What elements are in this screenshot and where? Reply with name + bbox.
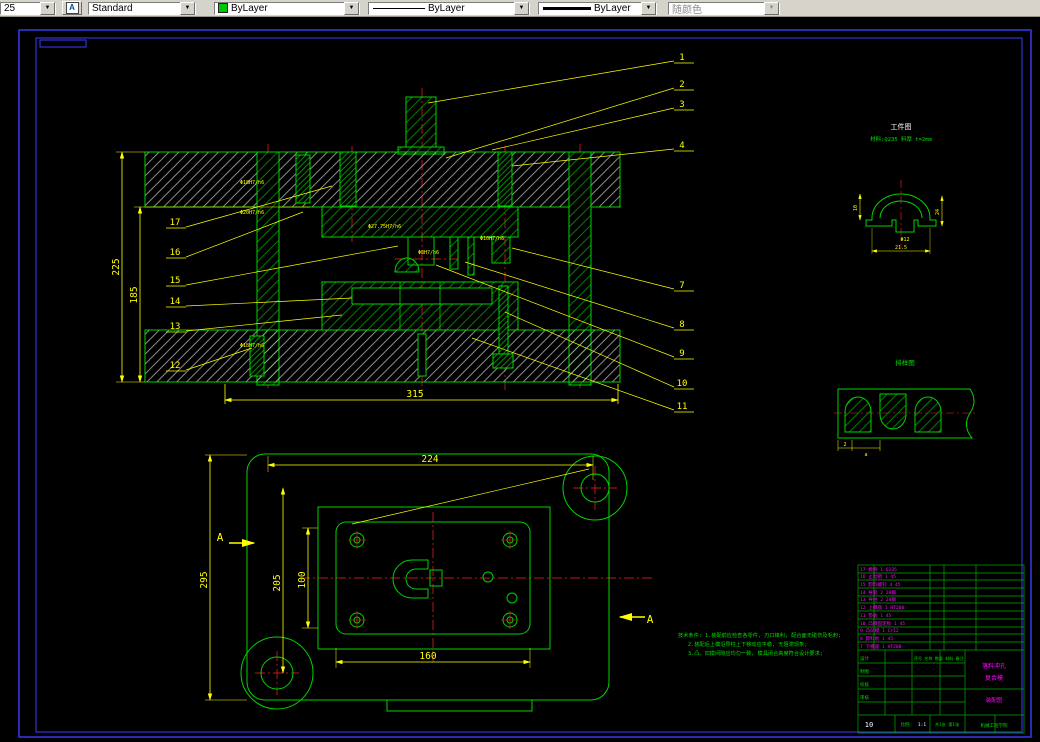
balloon-number: 1 bbox=[679, 53, 684, 63]
chevron-down-icon: ▼ bbox=[764, 1, 779, 15]
balloon-number: 9 bbox=[679, 349, 684, 359]
strip-title: 排样图 bbox=[895, 358, 915, 367]
check-label: 校核 bbox=[860, 681, 869, 688]
workpiece-dim: 10 bbox=[853, 205, 859, 211]
workpiece-dim: 21.5 bbox=[895, 245, 907, 251]
fit-label: Φ18H7/h6 bbox=[240, 180, 264, 186]
color-combo[interactable]: ByLayer ▼ bbox=[214, 1, 360, 15]
color-swatch-icon bbox=[218, 3, 228, 13]
layer-combo[interactable]: 25 ▼ bbox=[0, 1, 56, 15]
bom-row: 10 凸模固定板 1 45 bbox=[860, 620, 905, 627]
text-style-button[interactable]: A bbox=[62, 1, 82, 15]
design-label: 设计 bbox=[860, 655, 869, 662]
balloon-number: 13 bbox=[170, 322, 181, 332]
sheet-count: 共1张 第1张 bbox=[935, 721, 960, 728]
section-mark-a-right: A bbox=[647, 613, 654, 626]
chevron-down-icon[interactable]: ▼ bbox=[180, 1, 195, 15]
linetype-preview-icon bbox=[373, 7, 425, 9]
bom-row: 17 模柄 1 Q235 bbox=[860, 566, 897, 573]
text-style-value: Standard bbox=[92, 2, 133, 14]
bom-row: 15 卸料螺钉 4 45 bbox=[860, 581, 901, 588]
dim-plan-width-top: 224 bbox=[421, 454, 438, 465]
workpiece-title: 工件图 bbox=[891, 122, 912, 131]
lineweight-combo[interactable]: ByLayer ▼ bbox=[538, 1, 657, 15]
fit-label: Φ27.75H7/h6 bbox=[368, 224, 401, 230]
fit-label: Φ18H7/h6 bbox=[240, 343, 264, 349]
balloon-number: 7 bbox=[679, 281, 684, 291]
bom-row: 11 垫板 1 45 bbox=[860, 612, 892, 619]
linetype-value: ByLayer bbox=[428, 2, 465, 14]
plot-style-combo: 随颜色 ▼ bbox=[668, 1, 780, 16]
plot-style-value: 随颜色 bbox=[672, 4, 702, 16]
bom-header: 序号 名称 数量 材料 备注 bbox=[914, 655, 964, 661]
balloon-number: 3 bbox=[679, 100, 684, 110]
upper-die-shoe bbox=[144, 151, 621, 208]
bom-row: 7 下模座 1 HT200 bbox=[860, 643, 902, 650]
org-name: 机械工程学院 bbox=[981, 722, 1008, 729]
scale-label: 比例 bbox=[901, 721, 910, 728]
workpiece-dim: 24 bbox=[935, 209, 941, 215]
dim-plan-width-bottom: 160 bbox=[419, 651, 436, 662]
bom-row: 13 导柱 2 20钢 bbox=[860, 596, 896, 603]
bom-row: 14 导套 2 20钢 bbox=[860, 589, 896, 596]
bom-row: 9 凸凹模 1 Cr12 bbox=[860, 627, 899, 634]
bom-row: 12 上模座 1 HT200 bbox=[860, 604, 904, 611]
dim-width: 315 bbox=[406, 389, 423, 400]
strip-dim: a bbox=[864, 452, 867, 458]
chevron-down-icon[interactable]: ▼ bbox=[514, 1, 529, 15]
bom-row: 16 止动销 1 45 bbox=[860, 573, 896, 580]
cad-canvas[interactable]: 315 225 185 Φ18H7/h6 Φ20H7/h6 Φ27.75H7/h… bbox=[0, 0, 1040, 742]
note-line: 3.凸、凹模间隙应均匀一致, 模具闭合高度符合设计要求; bbox=[688, 649, 823, 657]
workpiece-material: 材料:Q235 料厚 t=2mm bbox=[870, 135, 932, 143]
sheet-number: 10 bbox=[865, 721, 873, 729]
balloon-number: 17 bbox=[170, 218, 181, 228]
drawing-title-line1: 落料冲孔 bbox=[982, 662, 1006, 670]
dim-plan-height-left: 295 bbox=[199, 571, 210, 588]
balloon-number: 12 bbox=[170, 361, 181, 371]
color-value: ByLayer bbox=[231, 2, 268, 14]
lineweight-preview-icon bbox=[543, 6, 591, 10]
chevron-down-icon[interactable]: ▼ bbox=[344, 1, 359, 15]
lineweight-value: ByLayer bbox=[594, 2, 631, 14]
balloon-number: 15 bbox=[170, 276, 181, 286]
lower-die-shoe bbox=[144, 329, 621, 383]
dim-plan-height-mid: 205 bbox=[272, 574, 283, 591]
fit-label: Φ8H7/h6 bbox=[418, 250, 439, 256]
chevron-down-icon[interactable]: ▼ bbox=[641, 1, 656, 15]
balloon-number: 14 bbox=[170, 297, 181, 307]
dim-height-total: 225 bbox=[111, 258, 122, 275]
balloon-number: 4 bbox=[679, 141, 684, 151]
workpiece-dim: Φ12 bbox=[900, 237, 909, 243]
dim-height-inner: 185 bbox=[129, 286, 140, 303]
text-style-icon: A bbox=[65, 2, 79, 14]
drawing-title-line2: 复合模 bbox=[985, 674, 1003, 682]
shank bbox=[405, 96, 437, 153]
balloon-number: 16 bbox=[170, 248, 181, 258]
drawing-subtitle: 装配图 bbox=[986, 696, 1003, 704]
balloon-number: 10 bbox=[677, 379, 688, 389]
properties-toolbar: 25 ▼ A Standard ▼ ByLayer ▼ ByLayer ▼ By… bbox=[0, 0, 1040, 17]
chevron-down-icon[interactable]: ▼ bbox=[40, 1, 55, 15]
linetype-combo[interactable]: ByLayer ▼ bbox=[368, 1, 530, 15]
text-style-combo[interactable]: Standard ▼ bbox=[88, 1, 196, 15]
dim-plan-height-inner: 100 bbox=[297, 571, 308, 588]
balloon-number: 11 bbox=[677, 402, 688, 412]
balloon-number: 8 bbox=[679, 320, 684, 330]
bom-row: 8 卸料板 1 45 bbox=[860, 635, 893, 642]
fit-label: Φ10H7/h6 bbox=[480, 236, 504, 242]
section-mark-a-left: A bbox=[217, 531, 224, 544]
punch-holder-plate bbox=[321, 206, 519, 238]
note-line: 2.装配后上模沿导柱上下移动应平稳, 无阻滞现象; bbox=[688, 640, 807, 648]
layer-combo-value: 25 bbox=[4, 2, 16, 14]
balloon-number: 2 bbox=[679, 80, 684, 90]
strip-dim: 2 bbox=[843, 442, 846, 448]
audit-label: 审核 bbox=[860, 694, 869, 701]
scale-value: 1:1 bbox=[918, 722, 926, 728]
note-line: 技术条件: 1.装配前应检查各零件, 刃口锋利, 配合面无碰伤及毛刺; bbox=[678, 631, 841, 639]
drawn-label: 制图 bbox=[860, 668, 869, 675]
